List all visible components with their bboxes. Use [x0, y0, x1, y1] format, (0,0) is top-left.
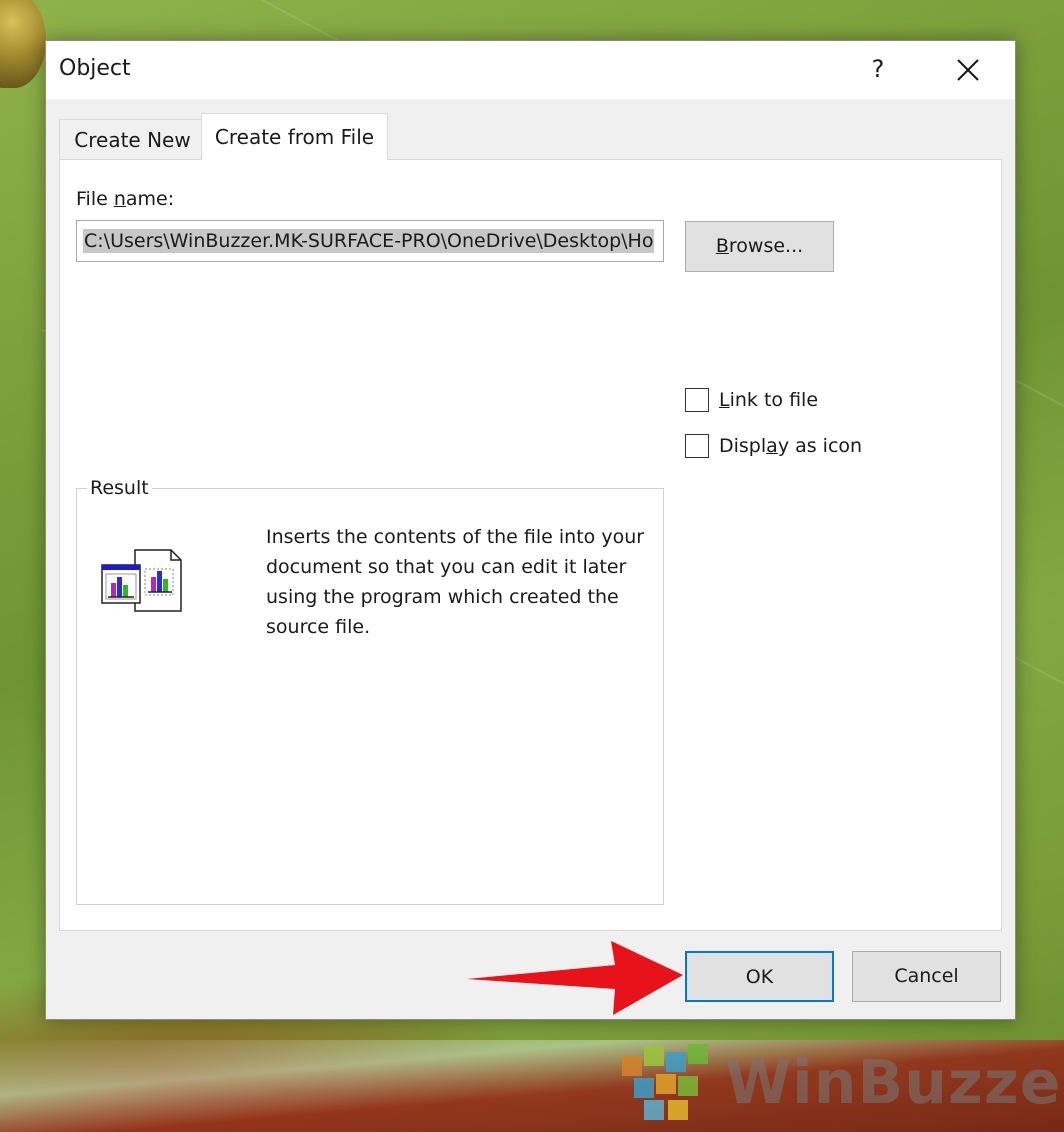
link-to-file-accel: L — [719, 389, 730, 411]
ok-button[interactable]: OK — [685, 951, 834, 1002]
watermark-text: WinBuzzer — [725, 1048, 1064, 1118]
link-to-file-label[interactable]: Link to file — [719, 389, 818, 411]
title-bar[interactable]: Object ? — [46, 41, 1015, 99]
cancel-button[interactable]: Cancel — [852, 951, 1001, 1002]
result-group: Result Inserts the contents of the file … — [76, 477, 664, 905]
winbuzzer-logo-icon — [622, 1044, 708, 1120]
close-button[interactable] — [938, 41, 998, 99]
browse-label: rowse... — [728, 235, 804, 257]
file-name-label: File name: — [76, 188, 174, 210]
display-as-icon-accel: a — [766, 435, 778, 457]
link-to-file-rest: ink to file — [729, 389, 819, 411]
help-button[interactable]: ? — [858, 41, 898, 99]
browse-button[interactable]: Browse... — [685, 221, 834, 272]
browse-accel: B — [715, 235, 729, 257]
close-icon — [957, 59, 979, 81]
annotation-arrow — [467, 941, 683, 1015]
dialog-title: Object — [59, 56, 131, 81]
background-creature — [0, 0, 46, 88]
object-dialog: Object ? Create New Create from File Fil… — [45, 40, 1016, 1020]
file-name-label-accel: n — [113, 188, 126, 210]
display-as-icon-pre: Displ — [719, 435, 767, 457]
display-as-icon-label[interactable]: Display as icon — [719, 435, 862, 457]
result-legend: Result — [87, 477, 152, 499]
file-name-label-pre: File — [76, 188, 114, 210]
embed-object-icon — [101, 549, 182, 612]
display-as-icon-checkbox[interactable] — [685, 434, 709, 458]
file-name-input[interactable]: C:\Users\WinBuzzer.MK-SURFACE-PRO\OneDri… — [76, 220, 664, 262]
file-name-value: C:\Users\WinBuzzer.MK-SURFACE-PRO\OneDri… — [83, 229, 655, 253]
link-to-file-checkbox[interactable] — [685, 388, 709, 412]
result-description: Inserts the contents of the file into yo… — [266, 526, 645, 638]
tab-panel: File name: C:\Users\WinBuzzer.MK-SURFACE… — [59, 159, 1002, 931]
file-name-label-post: ame: — [125, 188, 175, 210]
display-as-icon-rest: y as icon — [777, 435, 863, 457]
tab-create-new[interactable]: Create New — [59, 119, 206, 160]
winbuzzer-watermark: WinBuzzer — [610, 1040, 1064, 1130]
tab-create-from-file[interactable]: Create from File — [201, 113, 388, 160]
